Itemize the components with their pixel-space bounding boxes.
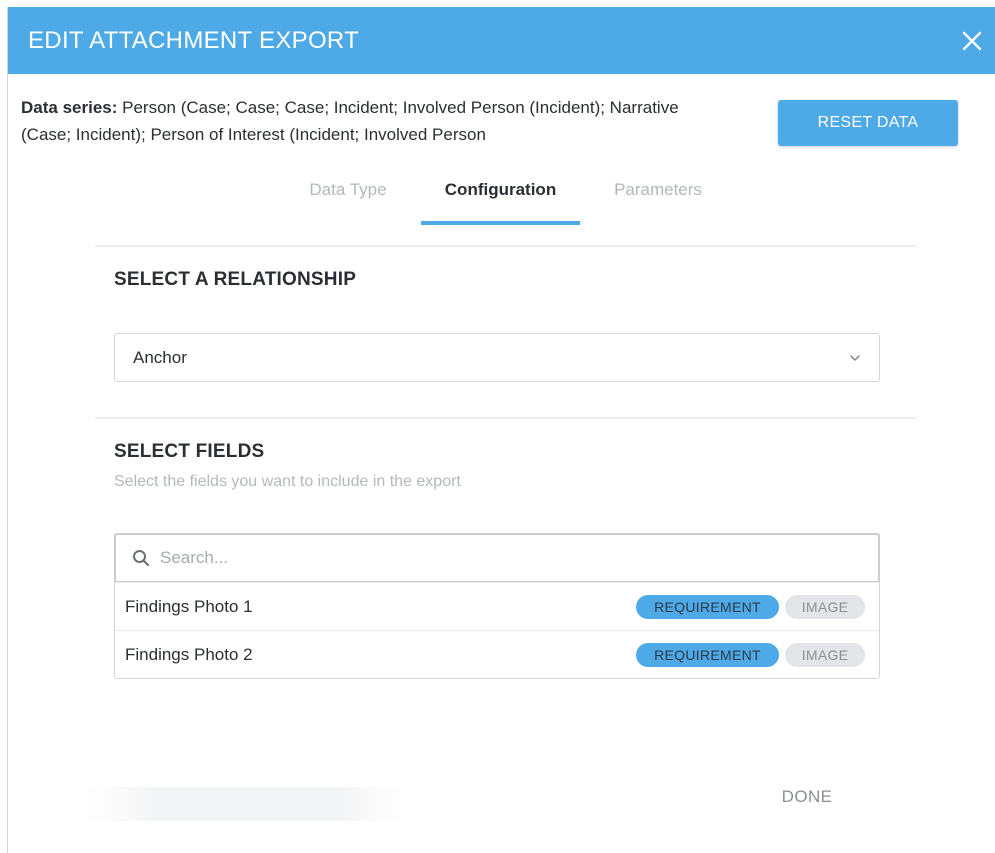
field-badges: REQUIREMENT IMAGE — [636, 594, 865, 619]
fields-section-title: SELECT FIELDS — [114, 441, 265, 462]
reset-data-button[interactable]: RESET DATA — [778, 100, 958, 146]
fields-section-subtitle: Select the fields you want to include in… — [114, 473, 461, 490]
search-box — [114, 533, 880, 583]
close-button[interactable] — [949, 7, 995, 74]
data-series-label: Data series: — [21, 98, 118, 117]
done-button[interactable]: DONE — [766, 783, 848, 811]
close-icon — [962, 31, 982, 50]
dialog-header: EDIT ATTACHMENT EXPORT — [8, 7, 995, 74]
search-icon — [133, 550, 150, 567]
image-badge: IMAGE — [785, 642, 865, 667]
search-input[interactable] — [160, 548, 862, 568]
image-badge: IMAGE — [785, 594, 865, 619]
footer-placeholder — [86, 787, 406, 821]
tab-data-type[interactable]: Data Type — [288, 173, 408, 225]
relationship-selected-value: Anchor — [133, 347, 187, 367]
list-item[interactable]: Findings Photo 1 REQUIREMENT IMAGE — [115, 582, 879, 630]
field-name: Findings Photo 1 — [125, 596, 253, 616]
field-name: Findings Photo 2 — [125, 644, 253, 664]
list-item[interactable]: Findings Photo 2 REQUIREMENT IMAGE — [115, 630, 879, 678]
data-series-value: Person (Case; Case; Case; Incident; Invo… — [21, 98, 679, 144]
chevron-down-icon — [850, 354, 860, 361]
edit-attachment-export-dialog: EDIT ATTACHMENT EXPORT Data series: Pers… — [7, 7, 995, 853]
divider — [95, 417, 917, 419]
requirement-badge: REQUIREMENT — [636, 642, 779, 667]
relationship-select[interactable]: Anchor — [114, 333, 880, 382]
tab-parameters[interactable]: Parameters — [593, 173, 723, 225]
tab-configuration[interactable]: Configuration — [421, 173, 580, 225]
dialog-title: EDIT ATTACHMENT EXPORT — [28, 26, 360, 54]
data-series-summary: Data series: Person (Case; Case; Case; I… — [21, 94, 721, 148]
relationship-section-title: SELECT A RELATIONSHIP — [114, 269, 357, 290]
field-badges: REQUIREMENT IMAGE — [636, 642, 865, 667]
requirement-badge: REQUIREMENT — [636, 594, 779, 619]
divider — [95, 245, 917, 247]
tab-bar: Data Type Configuration Parameters — [8, 173, 995, 225]
fields-list: Findings Photo 1 REQUIREMENT IMAGE Findi… — [114, 533, 880, 679]
